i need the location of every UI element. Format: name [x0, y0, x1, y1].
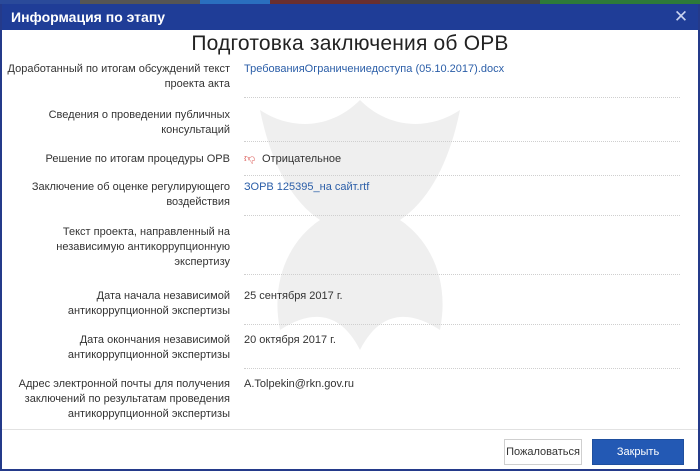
field-row: Решение по итогам процедуры ОРВ 👎︎ Отрица… [2, 152, 698, 176]
field-value: A.Tolpekin@rkn.gov.ru [244, 377, 680, 423]
field-row: Дата начала независимой антикоррупционно… [2, 289, 698, 325]
field-row: Доработанный по итогам обсуждений текст … [2, 62, 698, 98]
email-value: A.Tolpekin@rkn.gov.ru [244, 378, 355, 390]
dialog-body: Подготовка заключения об ОРВ Доработанны… [2, 30, 698, 427]
field-value [244, 108, 680, 142]
field-label: Доработанный по итогам обсуждений текст … [7, 63, 230, 90]
field-label: Дата начала независимой антикоррупционно… [67, 290, 230, 317]
end-date-value: 20 октября 2017 г. [244, 334, 336, 346]
row-divider [244, 215, 680, 216]
field-value [244, 225, 680, 275]
start-date-value: 25 сентября 2017 г. [244, 290, 343, 302]
page-heading: Подготовка заключения об ОРВ [191, 32, 509, 55]
field-row: Дата окончания независимой антикоррупцио… [2, 333, 698, 369]
row-divider [244, 368, 680, 369]
field-value: 25 сентября 2017 г. [244, 289, 680, 325]
dialog-title: Информация по этапу [11, 9, 166, 25]
row-divider [244, 141, 680, 142]
revised-draft-link[interactable]: ТребованияОграничениедоступа (05.10.2017… [244, 63, 504, 75]
field-label: Сведения о проведении публичных консульт… [48, 109, 230, 136]
close-button[interactable]: Закрыть [592, 439, 684, 465]
close-icon[interactable]: ✕ [672, 7, 690, 26]
thumbs-down-icon: 👎︎ [244, 153, 256, 165]
field-label: Дата окончания независимой антикоррупцио… [67, 334, 230, 361]
field-label: Текст проекта, направленный на независим… [56, 226, 230, 268]
field-label: Заключение об оценке регулирующего возде… [31, 181, 230, 208]
complain-button[interactable]: Пожаловаться [504, 439, 582, 465]
field-row: Адрес электронной почты для получения за… [2, 377, 698, 423]
field-value: 👎︎ Отрицательное [244, 152, 680, 176]
dialog-footer: Пожаловаться Закрыть [2, 429, 698, 469]
dialog-header: Информация по этапу ✕ [2, 4, 698, 30]
row-divider [244, 175, 680, 176]
conclusion-file-link[interactable]: ЗОРВ 125395_на сайт.rtf [244, 181, 369, 193]
row-divider [244, 97, 680, 98]
field-row: Заключение об оценке регулирующего возде… [2, 180, 698, 216]
field-value: ТребованияОграничениедоступа (05.10.2017… [244, 62, 680, 98]
decision-value: Отрицательное [262, 153, 342, 165]
field-row: Текст проекта, направленный на независим… [2, 225, 698, 275]
field-value: 20 октября 2017 г. [244, 333, 680, 369]
row-divider [244, 324, 680, 325]
field-label: Решение по итогам процедуры ОРВ [45, 153, 230, 165]
stage-info-dialog: Информация по этапу ✕ Подготовка заключе… [0, 4, 700, 471]
field-row: Сведения о проведении публичных консульт… [2, 108, 698, 142]
row-divider [244, 274, 680, 275]
field-label: Адрес электронной почты для получения за… [18, 378, 230, 420]
field-value: ЗОРВ 125395_на сайт.rtf [244, 180, 680, 216]
